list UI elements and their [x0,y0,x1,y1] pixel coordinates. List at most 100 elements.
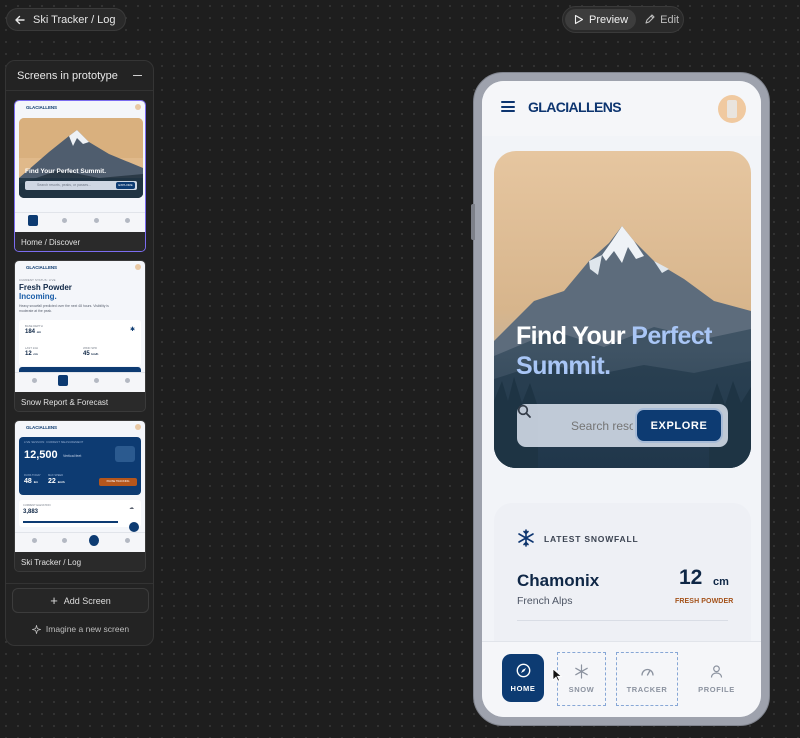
thumb-stat3-label: WIND SPD [83,346,97,350]
thumb-stat1-value: 184 cm [25,329,41,335]
snowfall-label: LATEST SNOWFALL [544,534,639,544]
thumb-tracker-card: LIVE SESSION: CURRENT MEASUREMENT 12,500… [19,437,141,495]
arrow-left-icon [15,15,25,24]
nav-tracker[interactable]: TRACKER [616,652,678,706]
snowflake-icon [575,664,588,679]
hero-title-part1: Find Your [516,322,632,350]
imagine-label: Imagine a new screen [45,624,130,634]
panel-title: Screens in prototype [17,69,118,82]
thumbnail-preview: GLACIALLENS LIVE SESSION: CURRENT MEASUR… [15,421,145,552]
nav-snow[interactable]: SNOW [557,652,606,706]
thumb-title: Fresh Powder Incoming. [19,283,72,301]
thumb-title-line2: Incoming. [19,292,57,301]
mode-toggle: Preview Edit [562,6,684,33]
thumb-stat2-unit: km/h [57,480,65,484]
thumb-elevation-card: CURRENT ELEVATION 3,883 ☁ [19,500,141,527]
thumb-bottom-value: 3,883 [23,509,39,515]
preview-button[interactable]: Preview [565,9,637,30]
thumb-avatar [135,264,141,270]
thumb-fab [129,522,139,532]
play-icon [574,14,584,25]
snow-depth-unit: cm [713,576,729,588]
thumb-nav [15,532,145,552]
mouse-cursor-icon [552,668,562,682]
thumb-snowflake-icon: ✱ [130,327,136,333]
thumb-hero: Find Your Perfect Summit. Search resorts… [19,118,143,198]
nav-profile[interactable]: PROFILE [692,652,741,706]
thumb-stat3-value: 45 km/h [83,351,98,357]
edit-button[interactable]: Edit [636,9,687,30]
panel-header: Screens in prototype [6,61,153,91]
thumb-body: Heavy snowfall predicted over the next 4… [19,304,109,313]
avatar[interactable] [718,95,746,123]
thumbnail-preview: GLACIALLENS Find Your Perfect Summit. Se… [15,101,145,232]
back-label: Ski Tracker / Log [33,13,116,26]
thumb-title-line1: Fresh Powder [19,283,72,292]
thumb-big-value: 12,500 [24,449,58,461]
thumb-stat1-number: 184 [25,329,36,335]
thumb-brand: GLACIALLENS [26,265,57,270]
nav-home[interactable]: HOME [502,654,544,702]
add-screen-button[interactable]: + Add Screen [12,588,149,613]
thumb-bottom-label: CURRENT ELEVATION [23,504,51,507]
thumb-stat2-value: 22 km/h [48,478,65,485]
explore-button[interactable]: EXPLORE [635,408,723,443]
thumb-explore: EXPLORE [116,182,135,189]
thumb-stat1-label: BASE DEPTH [25,324,43,328]
thumb-stat2-value: 12 cm [25,351,38,357]
thumb-stat2-label: LAST 24H [25,346,38,350]
thumb-pause-button: PAUSE TRACKING [99,478,137,486]
screen-thumbnail-home[interactable]: GLACIALLENS Find Your Perfect Summit. Se… [14,100,146,252]
hero-title: Find Your Perfect Summit. [516,321,741,381]
pencil-icon [645,14,655,24]
resort-name: Chamonix [517,571,600,590]
search-icon [517,404,531,418]
resort-region: French Alps [517,595,573,607]
preview-label: Preview [589,13,629,26]
collapse-icon[interactable] [133,74,142,77]
add-screen-label: Add Screen [63,595,111,606]
thumb-stat2-unit: cm [33,352,38,356]
speedometer-icon [640,668,654,676]
thumb-eyebrow: LIVE SESSION: CURRENT MEASUREMENT [24,441,84,444]
thumbnail-preview: GLACIALLENS CURRENT STATUS: LIVE Fresh P… [15,261,145,392]
back-button[interactable]: Ski Tracker / Log [6,8,126,31]
thumb-nav [15,212,145,232]
thumb-search-text: Search resorts, peaks, or passes... [37,183,92,187]
thumb-nav [15,372,145,392]
plus-icon: + [50,592,58,608]
thumb-stat3-unit: km/h [91,352,99,356]
thumb-stat2-label: MAX SPEED [48,474,64,477]
nav-profile-label: PROFILE [698,685,735,694]
thumb-avatar [135,424,141,430]
hero-card: Find Your Perfect Summit. EXPLORE [494,151,751,468]
thumb-stat3-number: 45 [83,351,90,357]
thumb-brand: GLACIALLENS [26,105,57,110]
person-icon [710,665,723,678]
panel-divider [6,583,153,584]
screen-thumbnail-ski-tracker[interactable]: GLACIALLENS LIVE SESSION: CURRENT MEASUR… [14,420,146,572]
thumb-stat1-label: RUNS TODAY [24,474,41,477]
thumb-stat2-number: 12 [25,351,32,357]
thumb-cloud-icon: ☁ [129,505,134,511]
nav-tracker-label: TRACKER [626,685,668,694]
search-input[interactable] [571,416,633,435]
sparkle-icon [31,624,41,634]
brand-logo: GLACIALLENS [528,99,622,115]
thumb-stats-card: BASE DEPTH 184 cm LAST 24H 12 cm WIND SP… [19,320,141,366]
screen-thumbnail-snow-report[interactable]: GLACIALLENS CURRENT STATUS: LIVE Fresh P… [14,260,146,412]
thumb-progress [23,521,118,523]
thumb-chart-block [115,446,135,462]
phone-side-button [471,204,475,240]
phone-frame: GLACIALLENS Find Your Perfect Summit. Se… [471,72,770,726]
screens-panel: Screens in prototype GLACIALLENS Find Yo… [5,60,154,646]
thumb-stat2-number: 22 [48,478,56,485]
thumb-stat1-value: 48 km [24,478,38,485]
hamburger-menu-icon[interactable] [501,101,515,112]
thumb-hero-title: Find Your Perfect Summit. [25,168,107,175]
thumb-stat1-number: 48 [24,478,32,485]
imagine-screen-button[interactable]: Imagine a new screen [12,619,149,639]
thumb-avatar [135,104,141,110]
snow-depth-value: 12 [679,566,703,589]
condition-badge: FRESH POWDER [675,598,734,605]
